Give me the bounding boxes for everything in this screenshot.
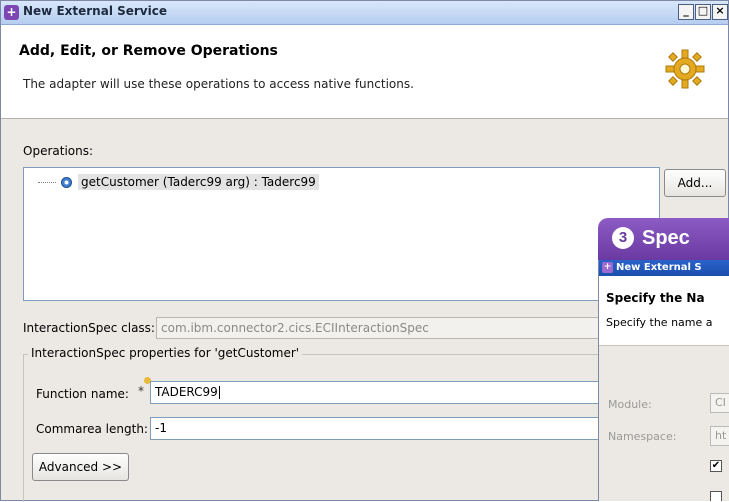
advanced-button[interactable]: Advanced >> — [32, 453, 129, 481]
group-title: InteractionSpec properties for 'getCusto… — [28, 346, 303, 360]
required-marker: * — [138, 384, 144, 398]
page-title: Add, Edit, or Remove Operations — [19, 43, 278, 59]
operations-label: Operations: — [23, 144, 94, 158]
commarea-length-label: Commarea length: — [36, 422, 148, 436]
secondary-page-description: Specify the name a — [606, 316, 713, 329]
minimize-button[interactable]: _ — [678, 4, 694, 20]
function-name-value: TADERC99 — [155, 385, 218, 399]
gear-icon — [665, 49, 705, 89]
step-number-badge: 3 — [612, 227, 634, 249]
window-controls: _ □ × — [678, 4, 728, 20]
close-button[interactable]: × — [712, 4, 728, 20]
operation-label: getCustomer (Taderc99 arg) : Taderc99 — [78, 174, 319, 190]
namespace-field: ht — [710, 426, 729, 446]
page-description: The adapter will use these operations to… — [23, 77, 414, 91]
app-icon: + — [602, 262, 613, 273]
namespace-label: Namespace: — [608, 430, 677, 443]
secondary-header: Specify the Na Specify the name a — [599, 276, 729, 346]
tree-connector — [38, 181, 56, 183]
app-icon: + — [4, 5, 19, 20]
text-caret — [218, 386, 220, 399]
unchecked-checkbox[interactable] — [710, 491, 722, 501]
interactionspec-class-field: com.ibm.connector2.cics.ECIInteractionSp… — [156, 317, 616, 339]
secondary-page-title: Specify the Na — [606, 291, 705, 305]
secondary-window-title: New External S — [616, 262, 702, 273]
secondary-title-bar: + New External S — [599, 260, 729, 276]
operation-icon — [61, 176, 72, 188]
function-name-field[interactable]: TADERC99 — [150, 381, 620, 404]
operations-tree[interactable]: getCustomer (Taderc99 arg) : Taderc99 — [23, 167, 660, 301]
function-name-label: Function name: — [36, 387, 129, 401]
module-label: Module: — [608, 398, 652, 411]
list-item[interactable]: getCustomer (Taderc99 arg) : Taderc99 — [38, 172, 319, 192]
add-operation-button[interactable]: Add... — [664, 169, 726, 197]
checked-checkbox[interactable]: ✔ — [710, 460, 722, 472]
wizard-header: Add, Edit, or Remove Operations The adap… — [1, 25, 728, 119]
title-bar[interactable]: + New External Service _ □ × — [1, 1, 728, 25]
commarea-length-field[interactable]: -1 — [150, 417, 620, 440]
module-field: CI — [710, 393, 729, 413]
secondary-dialog: + New External S Specify the Na Specify … — [598, 260, 729, 501]
maximize-button[interactable]: □ — [695, 4, 711, 20]
window-title: New External Service — [23, 4, 167, 18]
interactionspec-class-label: InteractionSpec class: — [23, 321, 155, 335]
step-banner: 3 Spec — [598, 218, 729, 260]
step-title: Spec — [642, 227, 690, 249]
